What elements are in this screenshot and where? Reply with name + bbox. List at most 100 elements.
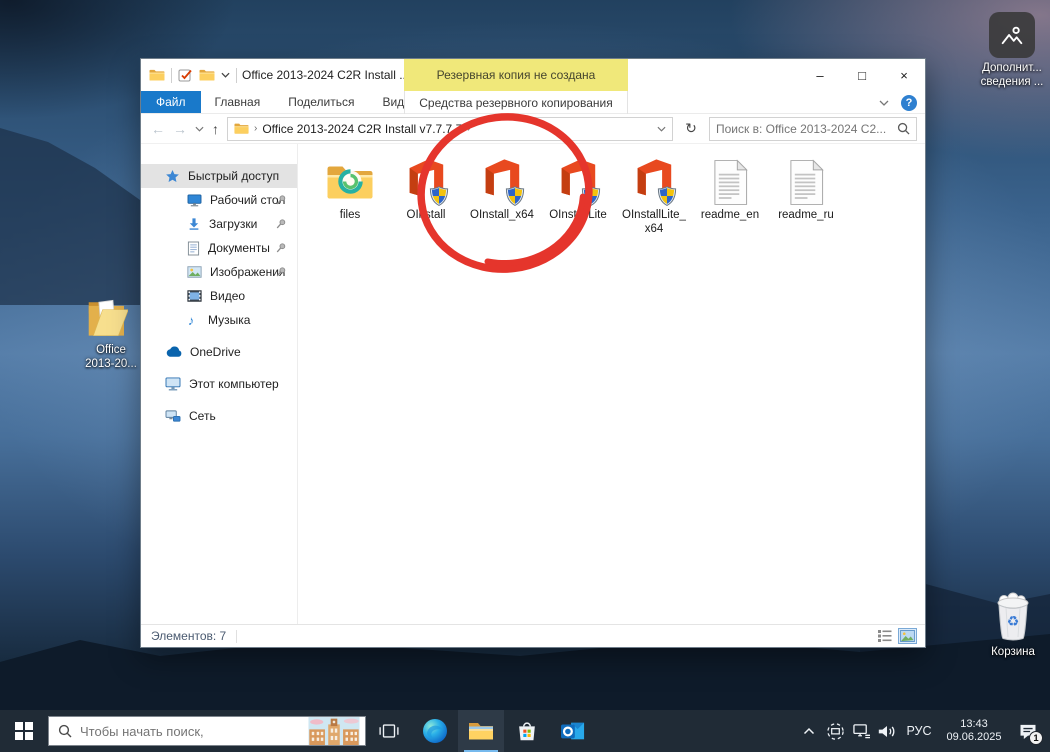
quick-access-star-icon xyxy=(165,169,180,184)
tray-connect-icon[interactable] xyxy=(822,710,848,752)
thumbnail-view-icon[interactable] xyxy=(898,628,917,644)
navigation-pane: Быстрый доступ Рабочий стол xyxy=(141,144,298,624)
backup-status-header: Резервная копия не создана xyxy=(404,59,628,91)
file-item-readme-en[interactable]: readme_en xyxy=(692,154,768,222)
details-view-icon[interactable] xyxy=(877,629,893,643)
expand-ribbon-chevron-icon[interactable] xyxy=(879,100,889,106)
file-explorer-button[interactable] xyxy=(458,710,504,752)
file-label: OInstall_x64 xyxy=(470,208,534,222)
file-item-oinstall-x64[interactable]: OInstall_x64 xyxy=(464,154,540,222)
explorer-window: Office 2013-2024 C2R Install ... Резервн… xyxy=(140,58,926,648)
videos-icon xyxy=(187,290,202,302)
file-label: readme_en xyxy=(701,208,759,222)
tab-file[interactable]: Файл xyxy=(141,91,201,113)
outlook-button[interactable] xyxy=(550,710,596,752)
sidebar-item-network[interactable]: Сеть xyxy=(141,404,297,428)
window-body: Быстрый доступ Рабочий стол xyxy=(141,144,925,624)
tray-chevron-up-icon[interactable] xyxy=(796,710,822,752)
tab-share[interactable]: Поделиться xyxy=(274,91,368,113)
file-item-files[interactable]: files xyxy=(312,154,388,222)
edge-browser-button[interactable] xyxy=(412,710,458,752)
quick-access-toolbar xyxy=(149,68,237,83)
tray-clock[interactable]: 13:43 09.06.2025 xyxy=(938,718,1010,744)
ribbon-tabs: Файл Главная Поделиться Вид Средства рез… xyxy=(141,91,925,114)
back-button[interactable]: ← xyxy=(151,122,165,136)
file-list: files OInstall xyxy=(298,144,925,624)
file-item-readme-ru[interactable]: readme_ru xyxy=(768,154,844,222)
system-tray: РУС 13:43 09.06.2025 1 xyxy=(796,710,1050,752)
maximize-button[interactable]: □ xyxy=(841,59,883,91)
window-controls: – □ × xyxy=(799,59,925,91)
address-bar-row: ← → ↑ › Office 2013-2024 C2R Install v7.… xyxy=(141,114,925,144)
search-input[interactable] xyxy=(716,122,893,136)
pictures-icon xyxy=(187,266,202,278)
up-button[interactable]: ↑ xyxy=(212,122,219,136)
address-bar[interactable]: › Office 2013-2024 C2R Install v7.7.7.7 … xyxy=(227,117,673,141)
sidebar-item-onedrive[interactable]: OneDrive xyxy=(141,340,297,364)
window-title: Office 2013-2024 C2R Install ... xyxy=(242,68,409,82)
open-folder-icon xyxy=(85,296,137,340)
sidebar-item-music[interactable]: ♪ Музыка xyxy=(141,308,297,332)
forward-button[interactable]: → xyxy=(173,122,187,136)
window-folder-icon xyxy=(149,68,165,82)
sidebar-item-videos[interactable]: Видео xyxy=(141,284,297,308)
sidebar-item-downloads[interactable]: Загрузки xyxy=(141,212,297,236)
file-label: OInstall xyxy=(407,208,446,222)
sidebar-item-this-pc[interactable]: Этот компьютер xyxy=(141,372,297,396)
tray-language-indicator[interactable]: РУС xyxy=(900,724,938,738)
svg-text:♻: ♻ xyxy=(1007,613,1020,629)
tray-network-icon[interactable] xyxy=(848,710,874,752)
text-document-icon xyxy=(711,159,750,206)
divider xyxy=(171,68,172,83)
action-center-button[interactable]: 1 xyxy=(1010,710,1046,752)
desktop-icon-label: Корзина xyxy=(991,645,1035,659)
tray-volume-icon[interactable] xyxy=(874,710,900,752)
uac-shield-icon xyxy=(505,186,525,206)
help-icon[interactable]: ? xyxy=(901,95,917,111)
desktop-icon-recycle-bin[interactable]: ♻ Корзина xyxy=(978,592,1048,659)
music-icon: ♪ xyxy=(187,313,200,328)
divider xyxy=(236,630,237,643)
sidebar-item-pictures[interactable]: Изображения xyxy=(141,260,297,284)
microsoft-store-button[interactable] xyxy=(504,710,550,752)
outlook-icon xyxy=(560,719,586,743)
notification-badge: 1 xyxy=(1029,731,1043,745)
uac-shield-icon xyxy=(429,186,449,206)
uac-shield-icon xyxy=(657,186,677,206)
start-button[interactable] xyxy=(0,710,48,752)
tab-backup-tools[interactable]: Средства резервного копирования xyxy=(404,91,628,114)
svg-text:♪: ♪ xyxy=(188,313,195,328)
file-item-oinstalllite-x64[interactable]: OInstallLite_x64 xyxy=(616,154,692,236)
sidebar-item-desktop[interactable]: Рабочий стол xyxy=(141,188,297,212)
file-item-oinstalllite[interactable]: OInstallLite xyxy=(540,154,616,222)
pin-icon xyxy=(275,218,287,230)
taskbar-search[interactable] xyxy=(48,716,366,746)
taskbar: РУС 13:43 09.06.2025 1 xyxy=(0,710,1050,752)
uac-shield-icon xyxy=(581,186,601,206)
minimize-button[interactable]: – xyxy=(799,59,841,91)
sidebar-item-quick-access[interactable]: Быстрый доступ xyxy=(141,164,297,188)
tab-home[interactable]: Главная xyxy=(201,91,275,113)
items-count: Элементов: 7 xyxy=(151,629,226,643)
image-placeholder-icon xyxy=(989,12,1035,58)
pin-icon xyxy=(275,194,287,206)
search-highlight-illustration xyxy=(303,717,365,745)
desktop-icon-office-folder[interactable]: Office 2013-20... xyxy=(74,296,148,371)
new-folder-icon[interactable] xyxy=(199,68,215,82)
desktop-icon-additional-info[interactable]: Дополнит... сведения ... xyxy=(980,12,1044,89)
recent-locations-chevron-icon[interactable] xyxy=(195,126,204,132)
file-item-oinstall[interactable]: OInstall xyxy=(388,154,464,222)
address-dropdown-chevron-icon[interactable] xyxy=(657,126,666,132)
recycle-bin-icon: ♻ xyxy=(991,592,1035,642)
properties-icon[interactable] xyxy=(178,68,193,83)
customize-toolbar-chevron-icon[interactable] xyxy=(221,72,230,78)
refresh-icon[interactable]: ↻ xyxy=(681,120,701,137)
address-folder-icon xyxy=(234,122,249,135)
taskbar-search-input[interactable] xyxy=(80,724,295,739)
close-button[interactable]: × xyxy=(883,59,925,91)
search-box[interactable] xyxy=(709,117,917,141)
breadcrumb[interactable]: Office 2013-2024 C2R Install v7.7.7.7 xyxy=(262,122,462,136)
file-label: OInstallLite xyxy=(549,208,607,222)
sidebar-item-documents[interactable]: Документы xyxy=(141,236,297,260)
task-view-button[interactable] xyxy=(366,710,412,752)
